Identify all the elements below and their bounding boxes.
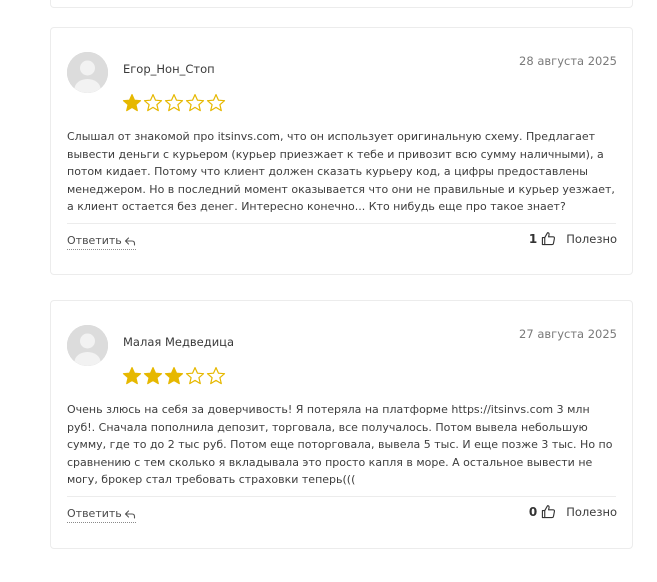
reply-button[interactable]: Ответить	[67, 507, 136, 523]
review-text: Очень злюсь на себя за доверчивость! Я п…	[67, 403, 613, 486]
star-filled-icon	[122, 367, 142, 385]
divider	[67, 496, 616, 497]
review-date: 27 августа 2025	[519, 327, 617, 341]
reply-label: Ответить	[67, 234, 122, 247]
avatar	[67, 52, 108, 93]
rating-stars	[122, 366, 226, 386]
star-empty-icon	[143, 94, 163, 112]
helpful-button[interactable]: Полезно	[566, 232, 617, 246]
star-empty-icon	[185, 94, 205, 112]
star-empty-icon	[206, 94, 226, 112]
thumbs-up-icon[interactable]	[541, 504, 556, 519]
star-empty-icon	[185, 367, 205, 385]
helpful-block: 1 Полезно	[529, 231, 617, 246]
review-author: Егор_Нон_Стоп	[123, 62, 215, 76]
star-filled-icon	[164, 367, 184, 385]
reply-arrow-icon	[124, 236, 135, 246]
avatar	[67, 325, 108, 366]
review-card: Егор_Нон_Стоп 28 августа 2025 Слышал от …	[50, 27, 633, 275]
thumbs-up-icon[interactable]	[541, 231, 556, 246]
reply-arrow-icon	[124, 509, 135, 519]
review-author: Малая Медведица	[123, 335, 235, 349]
review-date: 28 августа 2025	[519, 54, 617, 68]
rating-stars	[122, 93, 226, 113]
like-count: 0	[528, 504, 538, 519]
helpful-button[interactable]: Полезно	[566, 505, 617, 519]
review-card: Малая Медведица 27 августа 2025 Очень зл…	[50, 300, 633, 549]
previous-review-card	[50, 0, 633, 8]
review-text: Слышал от знакомой про itsinvs.com, что …	[67, 130, 615, 213]
divider	[67, 223, 616, 224]
reply-label: Ответить	[67, 507, 122, 520]
star-empty-icon	[164, 94, 184, 112]
star-empty-icon	[206, 367, 226, 385]
helpful-block: 0 Полезно	[529, 504, 617, 519]
reply-button[interactable]: Ответить	[67, 234, 136, 250]
star-filled-icon	[143, 367, 163, 385]
like-count: 1	[528, 231, 538, 246]
star-filled-icon	[122, 94, 142, 112]
